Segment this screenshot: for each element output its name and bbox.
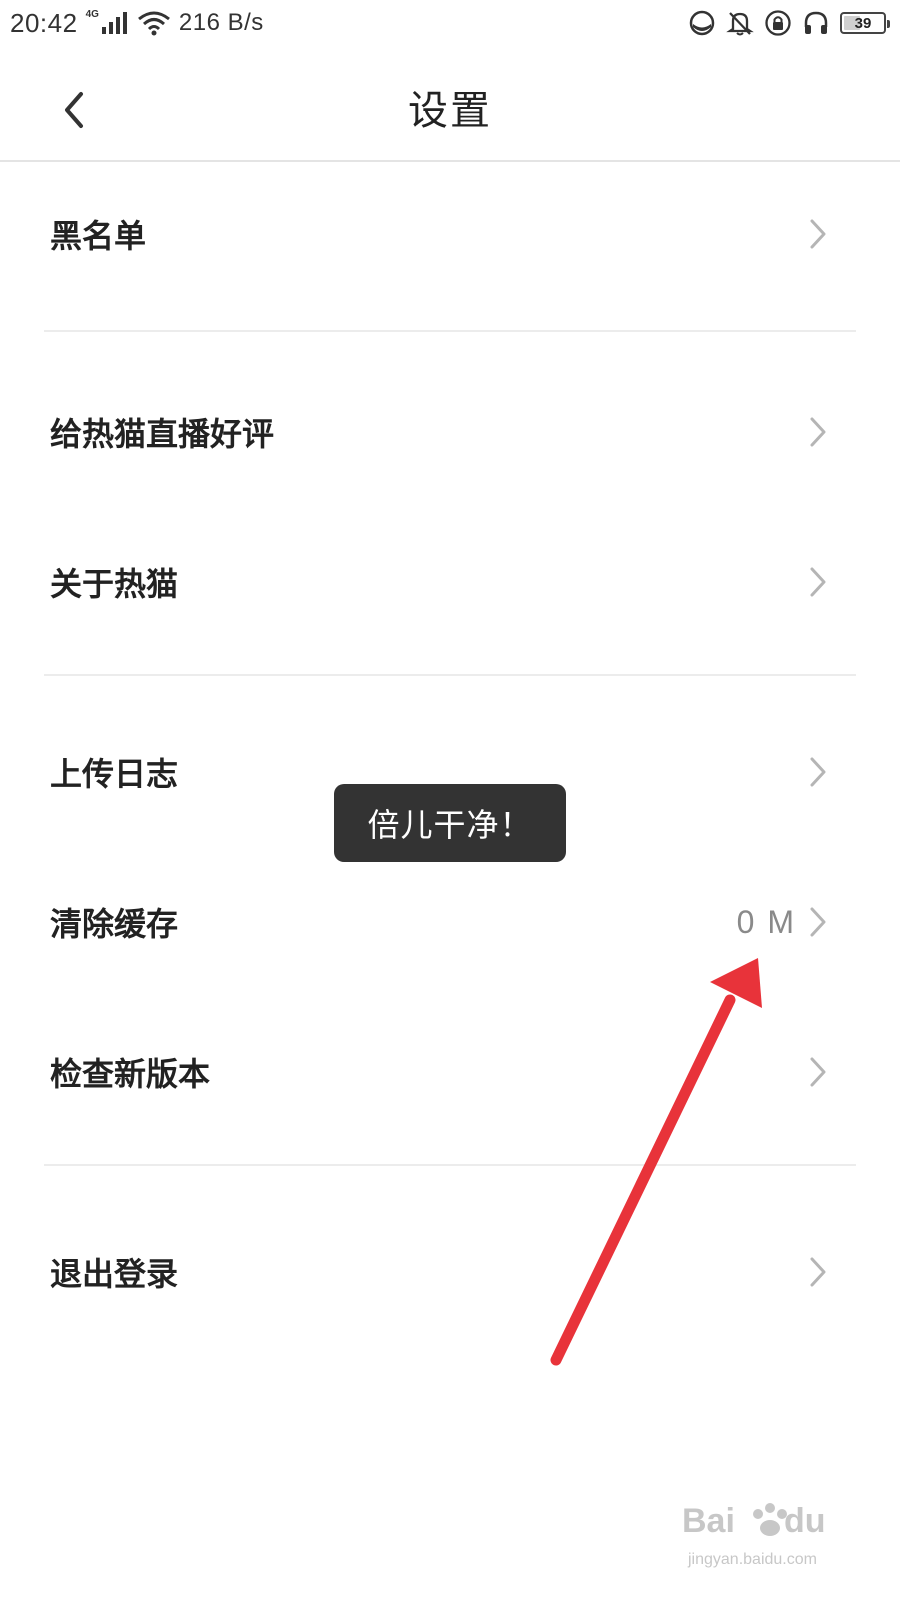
svg-text:du: du xyxy=(784,1502,826,1540)
settings-item-label: 检查新版本 xyxy=(50,1055,211,1093)
divider xyxy=(44,674,856,676)
page-title: 设置 xyxy=(408,88,492,134)
sync-icon xyxy=(689,10,715,36)
settings-item-label: 退出登录 xyxy=(50,1255,179,1293)
watermark-logo: Bai du jingyan.baidu.com xyxy=(682,1488,852,1572)
svg-text:jingyan.baidu.com: jingyan.baidu.com xyxy=(687,1551,817,1568)
chevron-right-icon xyxy=(804,1254,832,1290)
chevron-right-icon xyxy=(804,414,832,450)
settings-item-logout[interactable]: 退出登录 xyxy=(0,1212,900,1332)
chevron-right-icon xyxy=(804,754,832,790)
chevron-right-icon xyxy=(804,564,832,600)
signal-icon xyxy=(101,12,127,34)
settings-item-about[interactable]: 关于热猫 xyxy=(0,522,900,642)
status-right: 39 xyxy=(688,8,890,38)
settings-item-label: 清除缓存 xyxy=(50,905,179,943)
settings-item-label: 关于热猫 xyxy=(50,565,179,603)
settings-item-label: 上传日志 xyxy=(50,755,179,793)
net-speed: 216 B/s xyxy=(178,9,264,36)
chevron-right-icon xyxy=(804,216,832,252)
network-type: 4G xyxy=(85,8,99,20)
settings-item-label: 给热猫直播好评 xyxy=(50,415,275,453)
bell-off-icon xyxy=(726,12,754,36)
battery-level: 39 xyxy=(854,14,872,32)
settings-item-blacklist[interactable]: 黑名单 xyxy=(0,174,900,294)
settings-item-rate-app[interactable]: 给热猫直播好评 xyxy=(0,372,900,492)
toast: 倍儿干净！ xyxy=(334,784,566,862)
status-time: 20:42 xyxy=(10,7,78,38)
battery-icon: 39 xyxy=(840,12,890,34)
settings-item-clear-cache[interactable]: 清除缓存 0 M xyxy=(0,862,900,982)
status-left: 20:42 4G 216 B/s xyxy=(10,6,264,40)
cache-size: 0 M xyxy=(736,903,796,940)
lock-rotation-icon xyxy=(765,10,791,36)
divider xyxy=(44,330,856,332)
svg-text:Bai: Bai xyxy=(682,1502,735,1540)
settings-item-check-update[interactable]: 检查新版本 xyxy=(0,1012,900,1132)
chevron-right-icon xyxy=(804,904,832,940)
settings-item-label: 黑名单 xyxy=(50,217,147,255)
headphones-icon xyxy=(804,11,828,34)
header: 设置 xyxy=(0,58,900,162)
chevron-right-icon xyxy=(804,1054,832,1090)
divider xyxy=(44,1164,856,1166)
status-bar: 20:42 4G 216 B/s 39 xyxy=(0,0,900,46)
wifi-icon xyxy=(137,11,170,36)
